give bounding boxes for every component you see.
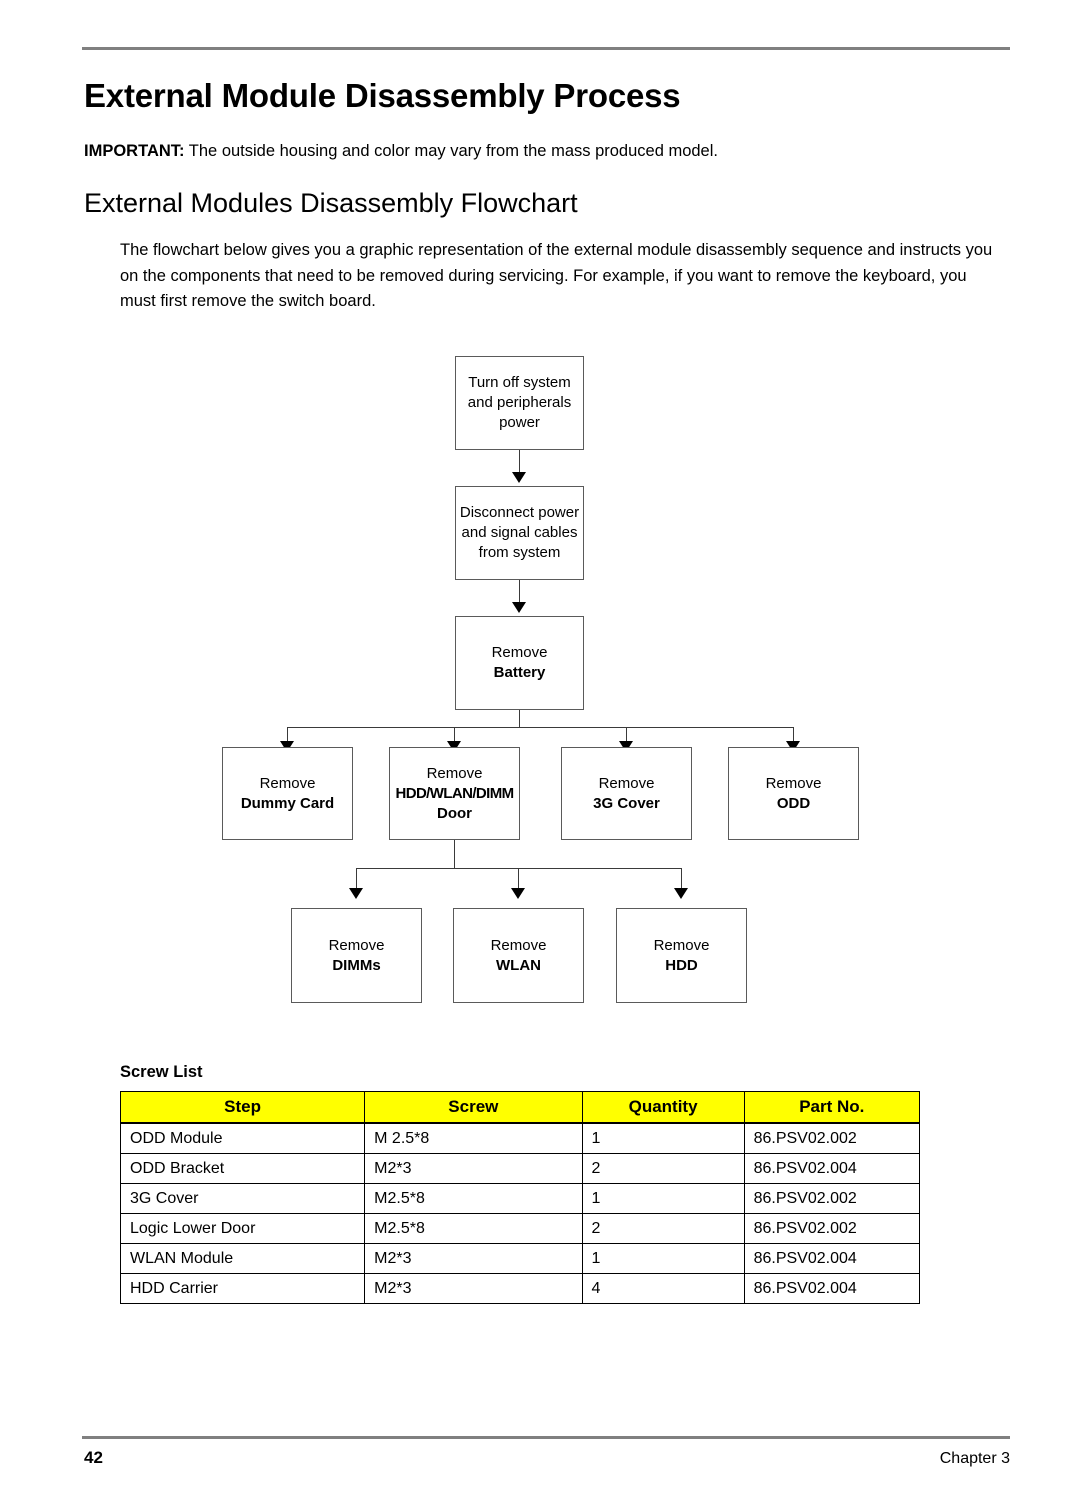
table-row: HDD Carrier M2*3 4 86.PSV02.004 <box>119 1273 921 1304</box>
chapter-label: Chapter 3 <box>939 1450 1010 1467</box>
cell-screw: M2.5*8 <box>364 1183 583 1214</box>
flow-node-odd-line2: ODD <box>776 794 811 812</box>
flow-node-power-off-line1: Turn off system <box>468 374 571 391</box>
flow-node-dimms: Remove DIMMs <box>291 908 422 1003</box>
flow-connector-door-stem <box>454 840 455 868</box>
flow-node-3g-cover-line1: Remove <box>598 774 655 792</box>
table-row: Logic Lower Door M2.5*8 2 86.PSV02.002 <box>119 1213 921 1244</box>
flow-node-hdd-line1: Remove <box>653 936 710 954</box>
flow-arrow-hdd <box>674 888 688 899</box>
cell-screw: M2.5*8 <box>364 1213 583 1244</box>
flow-node-battery: Remove Battery <box>455 616 584 710</box>
table-row: ODD Bracket M2*3 2 86.PSV02.004 <box>119 1153 921 1184</box>
cell-part-no: 86.PSV02.002 <box>743 1183 921 1214</box>
cell-part-no: 86.PSV02.002 <box>743 1122 921 1154</box>
flow-node-disconnect: Disconnect power and signal cables from … <box>455 486 584 580</box>
flow-node-door: Remove HDD/WLAN/DIMM Door <box>389 747 520 840</box>
flow-node-dimms-line1: Remove <box>328 936 385 954</box>
flow-arrow-power-to-disconnect <box>512 472 526 483</box>
flow-arrow-disconnect-to-battery <box>512 602 526 613</box>
cell-screw: M2*3 <box>364 1153 583 1184</box>
cell-part-no: 86.PSV02.002 <box>743 1213 921 1244</box>
cell-part-no: 86.PSV02.004 <box>743 1153 921 1184</box>
column-header-step: Step <box>119 1091 366 1124</box>
flow-node-dummy-card-line1: Remove <box>259 774 316 792</box>
cell-screw: M 2.5*8 <box>364 1122 583 1154</box>
column-header-quantity: Quantity <box>581 1091 745 1124</box>
flow-node-hdd: Remove HDD <box>616 908 747 1003</box>
cell-step: HDD Carrier <box>119 1273 366 1304</box>
flow-node-power-off: Turn off system and peripherals power <box>455 356 584 450</box>
cell-step: Logic Lower Door <box>119 1213 366 1244</box>
cell-quantity: 1 <box>581 1183 745 1214</box>
table-header-row: Step Screw Quantity Part No. <box>119 1091 921 1124</box>
screw-list-table: Step Screw Quantity Part No. ODD Module … <box>119 1091 921 1304</box>
cell-screw: M2*3 <box>364 1273 583 1304</box>
flow-node-odd-line1: Remove <box>765 774 822 792</box>
flow-node-power-off-line2: and peripherals <box>467 394 572 411</box>
manual-page: External Module Disassembly Process IMPO… <box>0 0 1080 1512</box>
table-row: ODD Module M 2.5*8 1 86.PSV02.002 <box>119 1122 921 1154</box>
flow-node-dummy-card: Remove Dummy Card <box>222 747 353 840</box>
flow-node-dimms-line2: DIMMs <box>332 956 381 974</box>
column-header-part-no: Part No. <box>743 1091 921 1124</box>
flow-node-dummy-card-line2: Dummy Card <box>240 794 335 812</box>
cell-quantity: 4 <box>581 1273 745 1304</box>
cell-quantity: 1 <box>581 1243 745 1274</box>
cell-screw: M2*3 <box>364 1243 583 1274</box>
flow-arrow-dimms <box>349 888 363 899</box>
cell-step: ODD Bracket <box>119 1153 366 1184</box>
flow-node-wlan-line2: WLAN <box>496 956 541 974</box>
flow-node-battery-line1: Remove <box>491 644 548 661</box>
flow-bus-battery <box>287 727 793 728</box>
cell-quantity: 2 <box>581 1153 745 1184</box>
flow-bus-door <box>356 868 682 869</box>
column-header-screw: Screw <box>364 1091 583 1124</box>
cell-quantity: 1 <box>581 1122 745 1154</box>
cell-step: ODD Module <box>119 1122 366 1154</box>
footer-rule <box>82 1436 1010 1439</box>
flow-node-disconnect-line1: Disconnect power <box>459 504 580 521</box>
flow-node-door-line1: Remove <box>426 764 483 782</box>
table-row: 3G Cover M2.5*8 1 86.PSV02.002 <box>119 1183 921 1214</box>
flow-node-disconnect-line3: from system <box>478 544 561 561</box>
flow-node-door-line2: HDD/WLAN/DIMM <box>395 784 514 802</box>
cell-quantity: 2 <box>581 1213 745 1244</box>
flow-node-power-off-line3: power <box>499 414 540 431</box>
flow-node-battery-line2: Battery <box>493 664 546 681</box>
page-number: 42 <box>84 1448 103 1467</box>
cell-step: 3G Cover <box>119 1183 366 1214</box>
flow-connector-battery-stem <box>519 710 520 727</box>
flow-node-wlan-line1: Remove <box>490 936 547 954</box>
flow-node-disconnect-line2: and signal cables <box>461 524 578 541</box>
cell-part-no: 86.PSV02.004 <box>743 1243 921 1274</box>
flow-node-odd: Remove ODD <box>728 747 859 840</box>
flow-node-door-line3: Door <box>437 804 472 822</box>
screw-list-title: Screw List <box>120 1063 203 1081</box>
flow-arrow-wlan <box>511 888 525 899</box>
flow-node-hdd-line2: HDD <box>665 956 698 974</box>
flow-node-wlan: Remove WLAN <box>453 908 584 1003</box>
flow-node-3g-cover-line2: 3G Cover <box>593 794 660 812</box>
cell-part-no: 86.PSV02.004 <box>743 1273 921 1304</box>
flow-node-3g-cover: Remove 3G Cover <box>561 747 692 840</box>
table-row: WLAN Module M2*3 1 86.PSV02.004 <box>119 1243 921 1274</box>
cell-step: WLAN Module <box>119 1243 366 1274</box>
